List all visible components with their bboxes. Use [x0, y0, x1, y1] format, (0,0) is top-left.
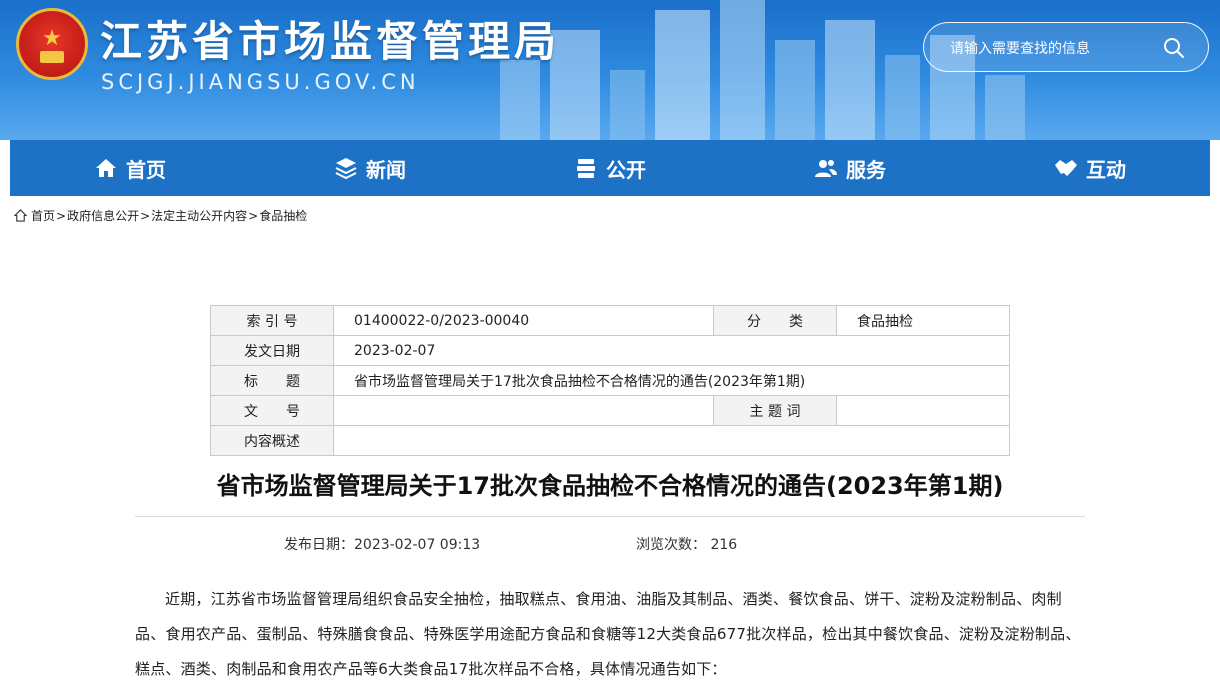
search-icon[interactable]	[1162, 36, 1186, 60]
breadcrumb: 首页 > 政府信息公开 > 法定主动公开内容 > 食品抽检	[14, 207, 307, 224]
document-meta-table: 索 引 号 01400022-0/2023-00040 分 类 食品抽检 发文日…	[210, 305, 1010, 456]
category-value: 食品抽检	[836, 305, 1010, 336]
date-value: 2023-02-07	[333, 335, 1010, 366]
nav-label: 新闻	[366, 157, 406, 182]
search-input[interactable]	[948, 37, 1162, 61]
table-row: 内容概述	[210, 425, 1010, 456]
home-icon	[14, 209, 27, 222]
breadcrumb-separator: >	[56, 208, 67, 223]
summary-value	[333, 425, 1010, 456]
handshake-icon	[1055, 160, 1077, 176]
doc-no-value	[333, 395, 714, 426]
subject-value	[836, 395, 1010, 426]
breadcrumb-home[interactable]: 首页	[31, 207, 55, 224]
summary-label: 内容概述	[210, 425, 334, 456]
nav-item-service[interactable]: 服务	[730, 140, 970, 196]
category-label: 分 类	[713, 305, 837, 336]
view-count: 浏览次数： 216	[636, 534, 737, 554]
table-row: 标 题 省市场监督管理局关于17批次食品抽检不合格情况的通告(2023年第1期)	[210, 365, 1010, 396]
divider	[135, 516, 1085, 517]
site-domain: SCJGJ.JIANGSU.GOV.CN	[101, 70, 420, 94]
main-nav: 首页 新闻 公开 服务 互动	[10, 140, 1210, 196]
nav-item-public[interactable]: 公开	[490, 140, 730, 196]
table-row: 文 号 主 题 词	[210, 395, 1010, 426]
nav-label: 首页	[126, 157, 166, 182]
article-body: 近期，江苏省市场监督管理局组织食品安全抽检，抽取糕点、食用油、油脂及其制品、酒类…	[135, 590, 1081, 678]
publish-label: 发布日期：	[284, 537, 354, 553]
search-box	[923, 22, 1209, 72]
article-title: 省市场监督管理局关于17批次食品抽检不合格情况的通告(2023年第1期)	[216, 472, 1004, 500]
date-label: 发文日期	[210, 335, 334, 366]
index-label: 索 引 号	[210, 305, 334, 336]
breadcrumb-gov-info[interactable]: 政府信息公开	[67, 207, 139, 224]
publish-date: 发布日期：2023-02-07 09:13	[284, 534, 480, 554]
nav-label: 公开	[606, 157, 646, 182]
doc-no-label: 文 号	[210, 395, 334, 426]
table-row: 发文日期 2023-02-07	[210, 335, 1010, 366]
national-emblem-logo: ★	[16, 8, 88, 80]
breadcrumb-statutory-content[interactable]: 法定主动公开内容	[151, 207, 247, 224]
nav-item-home[interactable]: 首页	[10, 140, 250, 196]
site-header: ★ 江苏省市场监督管理局 SCJGJ.JIANGSU.GOV.CN	[0, 0, 1220, 140]
title-value: 省市场监督管理局关于17批次食品抽检不合格情况的通告(2023年第1期)	[333, 365, 1010, 396]
title-label: 标 题	[210, 365, 334, 396]
nav-label: 服务	[846, 157, 886, 182]
nav-label: 互动	[1086, 157, 1126, 182]
subject-label: 主 题 词	[713, 395, 837, 426]
layers-icon	[335, 158, 357, 180]
breadcrumb-food-inspection[interactable]: 食品抽检	[259, 207, 307, 224]
views-label: 浏览次数：	[636, 537, 706, 553]
nav-item-news[interactable]: 新闻	[250, 140, 490, 196]
breadcrumb-separator: >	[140, 208, 151, 223]
home-icon	[96, 159, 116, 177]
table-row: 索 引 号 01400022-0/2023-00040 分 类 食品抽检	[210, 305, 1010, 336]
nav-item-interact[interactable]: 互动	[970, 140, 1210, 196]
site-title: 江苏省市场监督管理局	[100, 17, 561, 66]
publish-value: 2023-02-07 09:13	[354, 537, 481, 553]
breadcrumb-separator: >	[248, 208, 259, 223]
users-icon	[815, 160, 837, 177]
views-value: 216	[710, 537, 738, 553]
stack-icon	[577, 159, 595, 178]
index-value: 01400022-0/2023-00040	[333, 305, 714, 336]
